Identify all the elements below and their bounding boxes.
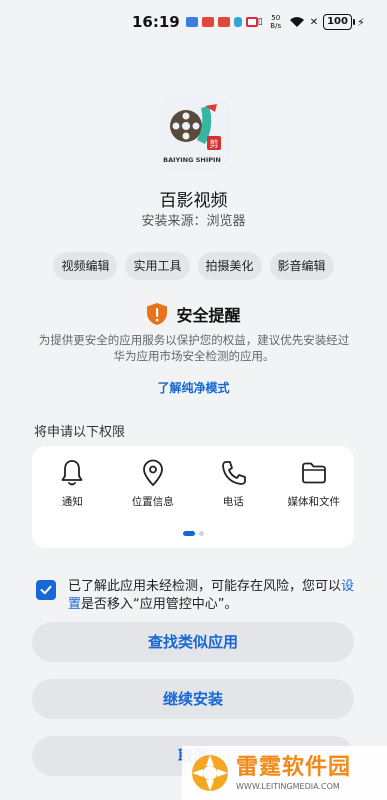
permission-label: 电话 [222,496,244,508]
permission-item: 媒体和文件 [274,458,355,509]
source-value: 浏览器 [206,214,246,229]
watermark-title: 雷霆软件园 [236,754,352,780]
consent-text-after: 是否移入“应用管控中心”。 [81,597,238,612]
folder-icon [301,462,326,484]
app-notification-icon [245,17,258,27]
status-bar: 16:19 ▯ 50 B/s ✕ 100 ⚡ [0,0,387,44]
permission-label: 通知 [61,496,83,508]
watermark-logo-icon [192,755,228,791]
security-warning-header: 安全提醒 [0,302,387,326]
notification-icons [185,17,258,27]
app-icon: 剪 BAIYING SHIPIN [157,96,231,170]
status-time: 16:19 [132,13,180,31]
app-notification-icon [201,17,214,27]
signal-off-icon: ✕ [309,16,319,28]
consent-text-before: 已了解此应用未经检测，可能存在风险，您可以 [68,579,342,594]
wifi-icon [289,17,304,27]
phone-icon [222,461,247,485]
risk-consent: 已了解此应用未经检测，可能存在风险，您可以设置是否移入“应用管控中心”。 [36,578,356,614]
vibrate-icon: ▯ [257,17,263,27]
bell-icon [61,460,83,486]
page-indicator [32,531,354,536]
net-speed: 50 B/s [270,14,282,30]
permission-item: 位置信息 [113,458,194,509]
category-tag: 视频编辑 [53,252,118,280]
permission-item: 电话 [193,458,274,509]
app-icon-badge: 剪 [209,138,218,150]
category-tag: 影音编辑 [269,252,334,280]
source-label: 安装来源： [141,214,207,229]
security-title: 安全提醒 [176,306,241,325]
battery-indicator: 100 [323,14,355,30]
watermark-url: WWW.LEITINGMEDIA.COM [236,781,340,791]
checkmark-icon [40,585,52,595]
app-source: 安装来源：浏览器 [0,210,387,229]
category-tags: 视频编辑 实用工具 拍摄美化 影音编辑 [0,252,387,280]
watermark-text: 雷霆软件园 WWW.LEITINGMEDIA.COM [236,755,351,792]
page-dot [198,531,204,536]
page-dot-active [182,531,195,536]
category-tag: 拍摄美化 [197,252,262,280]
film-reel-logo-icon: 剪 BAIYING SHIPIN [163,104,221,164]
shield-notification-icon [233,17,242,27]
charging-icon: ⚡ [356,15,365,29]
consent-text: 已了解此应用未经检测，可能存在风险，您可以设置是否移入“应用管控中心”。 [68,578,356,614]
app-notification-icon [217,17,230,27]
permission-item: 通知 [32,458,113,509]
permissions-card[interactable]: 通知 位置信息 电话 媒体和文件 [32,446,354,548]
permissions-list: 通知 位置信息 电话 媒体和文件 [32,458,354,509]
shield-warning-icon [147,303,168,325]
watermark: 雷霆软件园 WWW.LEITINGMEDIA.COM [182,746,387,800]
security-description: 为提供更安全的应用服务以保护您的权益，建议优先安装经过华为应用市场安全检测的应用… [38,333,350,363]
status-indicators: ▯ 50 B/s ✕ 100 ⚡ [258,14,365,30]
permissions-heading: 将申请以下权限 [34,425,126,440]
category-tag: 实用工具 [125,252,190,280]
app-icon-text: BAIYING SHIPIN [163,156,221,164]
continue-install-button[interactable]: 继续安装 [32,679,354,719]
find-similar-apps-button[interactable]: 查找类似应用 [32,622,354,662]
permission-label: 媒体和文件 [287,496,341,508]
pure-mode-link[interactable]: 了解纯净模式 [0,379,387,396]
app-name: 百影视频 [159,191,228,211]
location-icon [142,459,163,486]
permission-label: 位置信息 [131,496,174,508]
app-notification-icon [185,17,198,27]
consent-checkbox[interactable] [36,580,56,600]
